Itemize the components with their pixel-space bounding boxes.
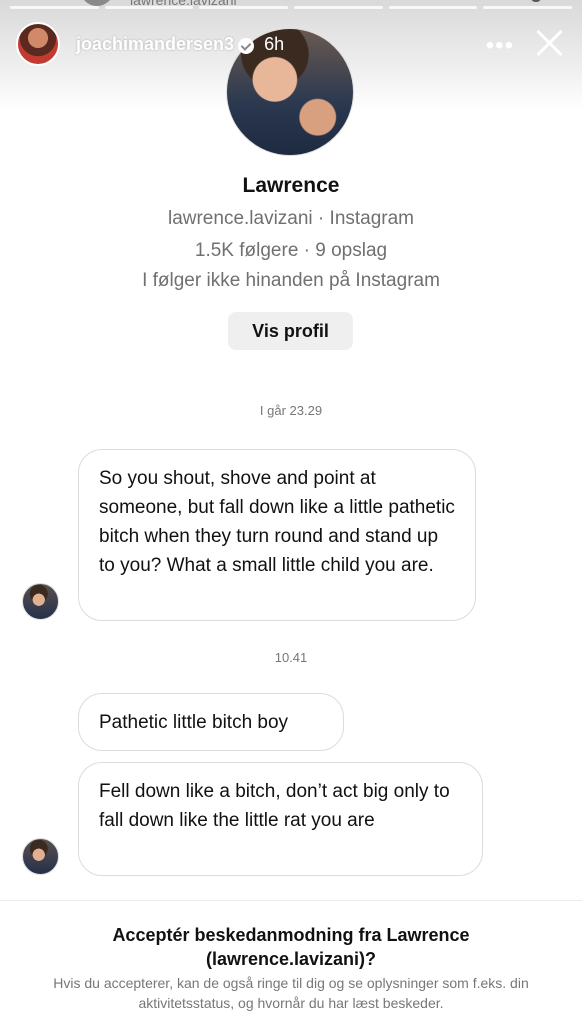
close-icon[interactable] bbox=[532, 26, 566, 60]
story-username[interactable]: joachimandersen3 bbox=[76, 34, 234, 55]
sender-avatar[interactable] bbox=[22, 838, 59, 875]
profile-stats: 1.5K følgere · 9 opslag bbox=[194, 240, 388, 261]
message-bubble[interactable]: Fell down like a bitch, don’t act big on… bbox=[78, 762, 483, 876]
message-timestamp: I går 23.29 bbox=[259, 403, 323, 418]
sender-avatar[interactable] bbox=[22, 583, 59, 620]
story-time: 6h bbox=[264, 33, 285, 54]
message-bubble[interactable]: So you shout, shove and point at someone… bbox=[78, 449, 476, 621]
message-timestamp: 10.41 bbox=[274, 650, 308, 665]
progress-segment bbox=[199, 6, 289, 9]
request-title-line: (lawrence.lavizani)? bbox=[205, 949, 377, 969]
profile-follow-status: I følger ikke hinanden på Instagram bbox=[142, 270, 440, 291]
progress-segment bbox=[483, 6, 573, 9]
verified-badge-icon bbox=[238, 38, 255, 54]
progress-segment bbox=[104, 6, 194, 9]
progress-segment bbox=[10, 6, 99, 9]
profile-name: Lawrence bbox=[242, 174, 340, 197]
message-bubble[interactable]: Pathetic little bitch boy bbox=[78, 693, 344, 751]
more-dots-icon[interactable]: ••• bbox=[486, 32, 514, 60]
ghost-dot bbox=[530, 0, 542, 2]
story-user-avatar[interactable] bbox=[16, 22, 60, 66]
story-header: joachimandersen3 6h ••• bbox=[16, 22, 566, 66]
request-description: Hvis du accepterer, kan de også ringe ti… bbox=[53, 975, 529, 1011]
request-title-line: Acceptér beskedanmodning fra Lawrence bbox=[112, 925, 470, 945]
progress-segment bbox=[388, 6, 478, 9]
request-title: Acceptér beskedanmodning fra Lawrence (l… bbox=[0, 923, 582, 971]
view-profile-button[interactable]: Vis profil bbox=[228, 312, 353, 350]
profile-handle: lawrence.lavizani · Instagram bbox=[167, 208, 415, 229]
message-request-panel: Acceptér beskedanmodning fra Lawrence (l… bbox=[0, 900, 582, 1024]
story-progress-bar bbox=[10, 6, 573, 9]
progress-segment bbox=[294, 6, 383, 9]
